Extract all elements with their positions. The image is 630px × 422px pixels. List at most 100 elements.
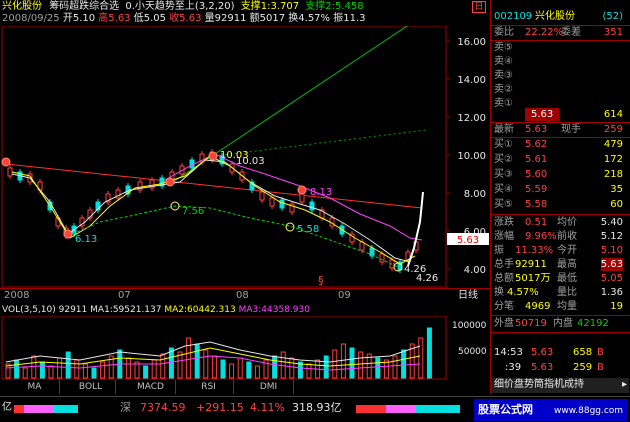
stat-row: 涨跌 0.51 均价 5.40 <box>491 216 629 229</box>
status-index: 7374.59 <box>140 401 186 414</box>
latest-label: 最新 <box>494 124 514 135</box>
volume-bar <box>332 349 338 379</box>
breadth-bar-red-2 <box>356 405 386 413</box>
ohlc-volume: 量92911 <box>204 13 247 24</box>
tab-dmi[interactable]: DMI <box>244 380 294 394</box>
period-corner-button[interactable]: 日 <box>472 1 486 13</box>
marker-circle <box>63 229 73 239</box>
candle-body <box>7 167 13 177</box>
quote-tab-strip[interactable]: 细价盘势筒指机成持 ▸ <box>491 378 629 393</box>
buy-price: 5.59 <box>525 184 548 195</box>
quote-stock-name: 兴化股份 <box>535 11 575 22</box>
y-axis-label: 4.00 <box>464 265 486 276</box>
stat-label: 最低 <box>557 273 577 284</box>
volume-bar <box>74 359 80 379</box>
volume-bar <box>211 355 217 379</box>
tick-time: 14:53 <box>494 347 523 358</box>
stat-label: 均价 <box>557 217 577 228</box>
candle-body <box>279 199 285 209</box>
xianshou-value: 259 <box>603 124 623 135</box>
volume-title: VOL(3,5,10) <box>2 305 56 315</box>
volume-bar <box>426 327 432 379</box>
tick-row: :39 5.63 259 B <box>491 361 629 374</box>
tab-boll[interactable]: BOLL <box>66 380 116 394</box>
marker-circle <box>208 151 218 161</box>
candle-body <box>309 201 315 211</box>
status-left-label: 亿 <box>2 402 12 413</box>
volume-value: 92911 <box>58 305 88 315</box>
x-axis-label: 08 <box>236 290 249 301</box>
volume-bar <box>349 347 355 379</box>
buy-label: 买③ <box>494 169 513 180</box>
annotation-label: 5.58 <box>297 224 319 235</box>
quote-title: 002109 兴化股份 (52) <box>491 10 629 23</box>
period-label[interactable]: 日线 <box>458 290 478 302</box>
buy-row: 买③ 5.60 218 <box>491 168 629 181</box>
annotation-label: 4.26 <box>416 273 438 284</box>
stat-row: 总手 92911 最高 5.63 <box>491 258 629 271</box>
sell-signal-icon: § <box>318 274 324 287</box>
tab-rsi[interactable]: RSI <box>184 380 234 394</box>
volume-bar <box>31 355 37 379</box>
volume-bar <box>254 365 260 379</box>
tick-price: 5.63 <box>531 347 554 358</box>
volume-bar <box>358 351 364 379</box>
stat-label: 前收 <box>557 231 577 242</box>
status-bar: 亿 深 7374.59 +291.15 4.11% 318.93亿 股票公式网 … <box>0 396 630 422</box>
latest-row: 最新 5.63 现手 259 <box>491 123 629 136</box>
neipan-label: 内盘 <box>553 318 573 329</box>
volume-bar <box>186 337 192 379</box>
volume-bar <box>401 349 407 379</box>
x-axis-label: 2008 <box>4 290 30 301</box>
weibi-label: 委比 <box>494 27 514 38</box>
buy-vol: 35 <box>610 184 623 195</box>
weicha-label: 委差 <box>561 27 581 38</box>
volume-bar <box>57 357 63 379</box>
ohlc-line: 2008/09/25 开5.10 高5.63 低5.05 收5.63 量9291… <box>2 13 366 25</box>
weibi-value: 22.22% <box>525 27 564 38</box>
sell-row: 卖② <box>491 83 629 96</box>
ohlc-close: 收5.63 <box>169 13 202 24</box>
kline-chart-panel[interactable]: 兴化股份 筹码超跌综合选 0.小天趋势至上(3,2,20) 支撑1:3.707 … <box>0 0 490 394</box>
stat-label: 换 <box>494 287 504 298</box>
breadth-bar-cyan-2 <box>416 405 460 413</box>
volume-bar <box>48 365 54 379</box>
tick-row: 14:53 5.63 658 B <box>491 346 629 359</box>
price-chart-canvas[interactable]: 16.0014.0012.0010.008.006.004.00 10.03 1… <box>0 26 490 288</box>
volume-bar <box>340 343 346 379</box>
volume-bar <box>203 349 209 379</box>
marker-circle <box>1 157 11 167</box>
tab-ma[interactable]: MA <box>10 380 60 394</box>
stat-value: 1.36 <box>600 287 623 298</box>
indicator-tab-bar: MA BOLL MACD RSI DMI <box>0 380 490 394</box>
status-amount: 318.93亿 <box>292 401 342 414</box>
y-axis-label: 14.00 <box>457 75 486 86</box>
quote-tabs-label[interactable]: 细价盘势筒指机成持 <box>494 378 584 391</box>
tab-macd[interactable]: MACD <box>126 380 176 394</box>
candle-body <box>379 253 385 263</box>
volume-bar <box>22 367 28 379</box>
tick-side: B <box>597 347 604 358</box>
buy-vol: 479 <box>603 139 623 150</box>
weicha-value: 351 <box>603 27 623 38</box>
buy-price: 5.62 <box>525 139 548 150</box>
sell-row: 卖③ <box>491 69 629 82</box>
ohlc-low: 低5.05 <box>133 13 166 24</box>
marker-circle <box>165 177 175 187</box>
volume-bar <box>229 363 235 379</box>
volume-bar <box>100 361 106 379</box>
volume-bar <box>14 359 20 379</box>
stat-row: 振 11.33% 今开 5.10 <box>491 244 629 257</box>
buy-vol: 172 <box>603 154 623 165</box>
scroll-right-icon[interactable]: ▸ <box>622 378 627 391</box>
stat-row: 分笔 4969 均量 19 <box>491 300 629 313</box>
ohlc-amount: 额5017 <box>249 13 286 24</box>
tick-time: :39 <box>505 362 522 373</box>
indicator-header: 兴化股份 筹码超跌综合选 0.小天趋势至上(3,2,20) 支撑1:3.707 … <box>2 1 364 13</box>
waipan-label: 外盘 <box>494 318 514 329</box>
support1-label: 支撑1:3.707 <box>240 1 300 12</box>
volume-chart-canvas[interactable]: 100000 50000 <box>0 316 490 380</box>
volume-header: VOL(3,5,10) 92911 MA1:59521.137 MA2:6044… <box>2 304 310 316</box>
quote-panel: 002109 兴化股份 (52) 委比 22.22% 委差 351 卖⑤ 卖④ … <box>490 0 630 394</box>
volume-bar <box>82 363 88 379</box>
